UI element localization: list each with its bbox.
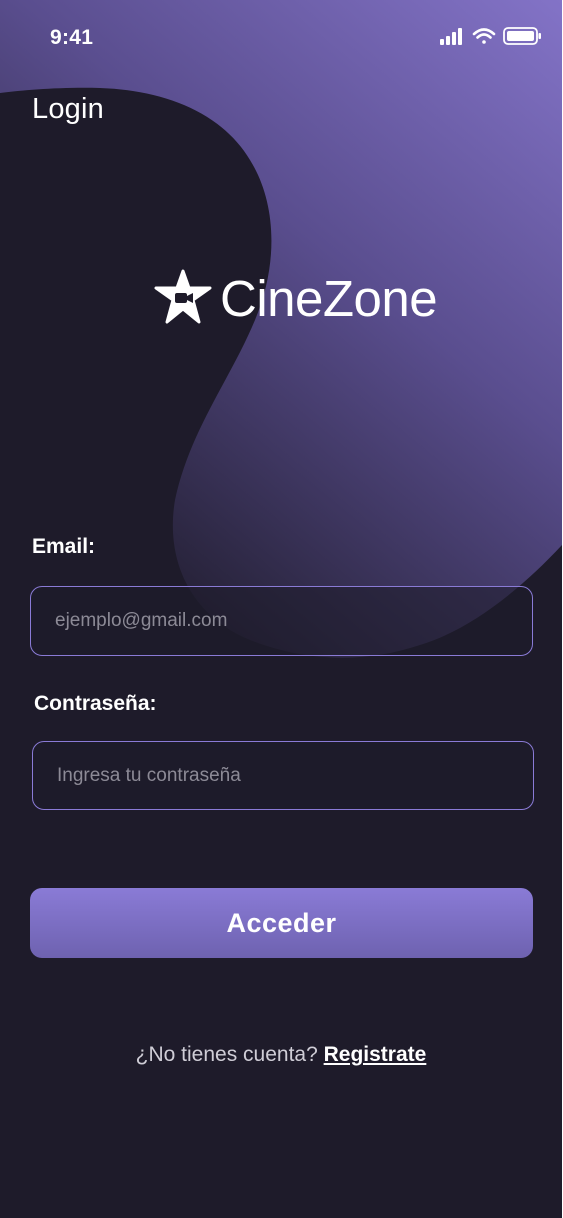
login-screen: 9:41 Login CineZone Email: ejemplo@gmail…: [0, 0, 562, 1218]
cinezone-logo: CineZone: [154, 266, 438, 330]
logo-text: CineZone: [220, 269, 438, 327]
battery-icon: [503, 27, 541, 45]
signup-prompt-text: ¿No tienes cuenta?: [135, 1043, 318, 1066]
wifi-icon: [472, 28, 496, 44]
email-label: Email:: [32, 535, 96, 558]
page-title: Login: [32, 93, 104, 125]
signup-prompt-row: ¿No tienes cuenta? Registrate: [0, 1043, 562, 1067]
password-input[interactable]: [32, 741, 534, 810]
status-bar: 9:41: [0, 0, 562, 78]
register-link[interactable]: Registrate: [324, 1043, 427, 1066]
status-time: 9:41: [50, 26, 94, 49]
status-icons: [440, 27, 541, 45]
star-camera-icon: [154, 269, 212, 324]
login-button[interactable]: Acceder: [30, 888, 533, 958]
email-input[interactable]: [30, 586, 533, 656]
password-label: Contraseña:: [34, 692, 157, 715]
cellular-signal-icon: [440, 28, 462, 45]
